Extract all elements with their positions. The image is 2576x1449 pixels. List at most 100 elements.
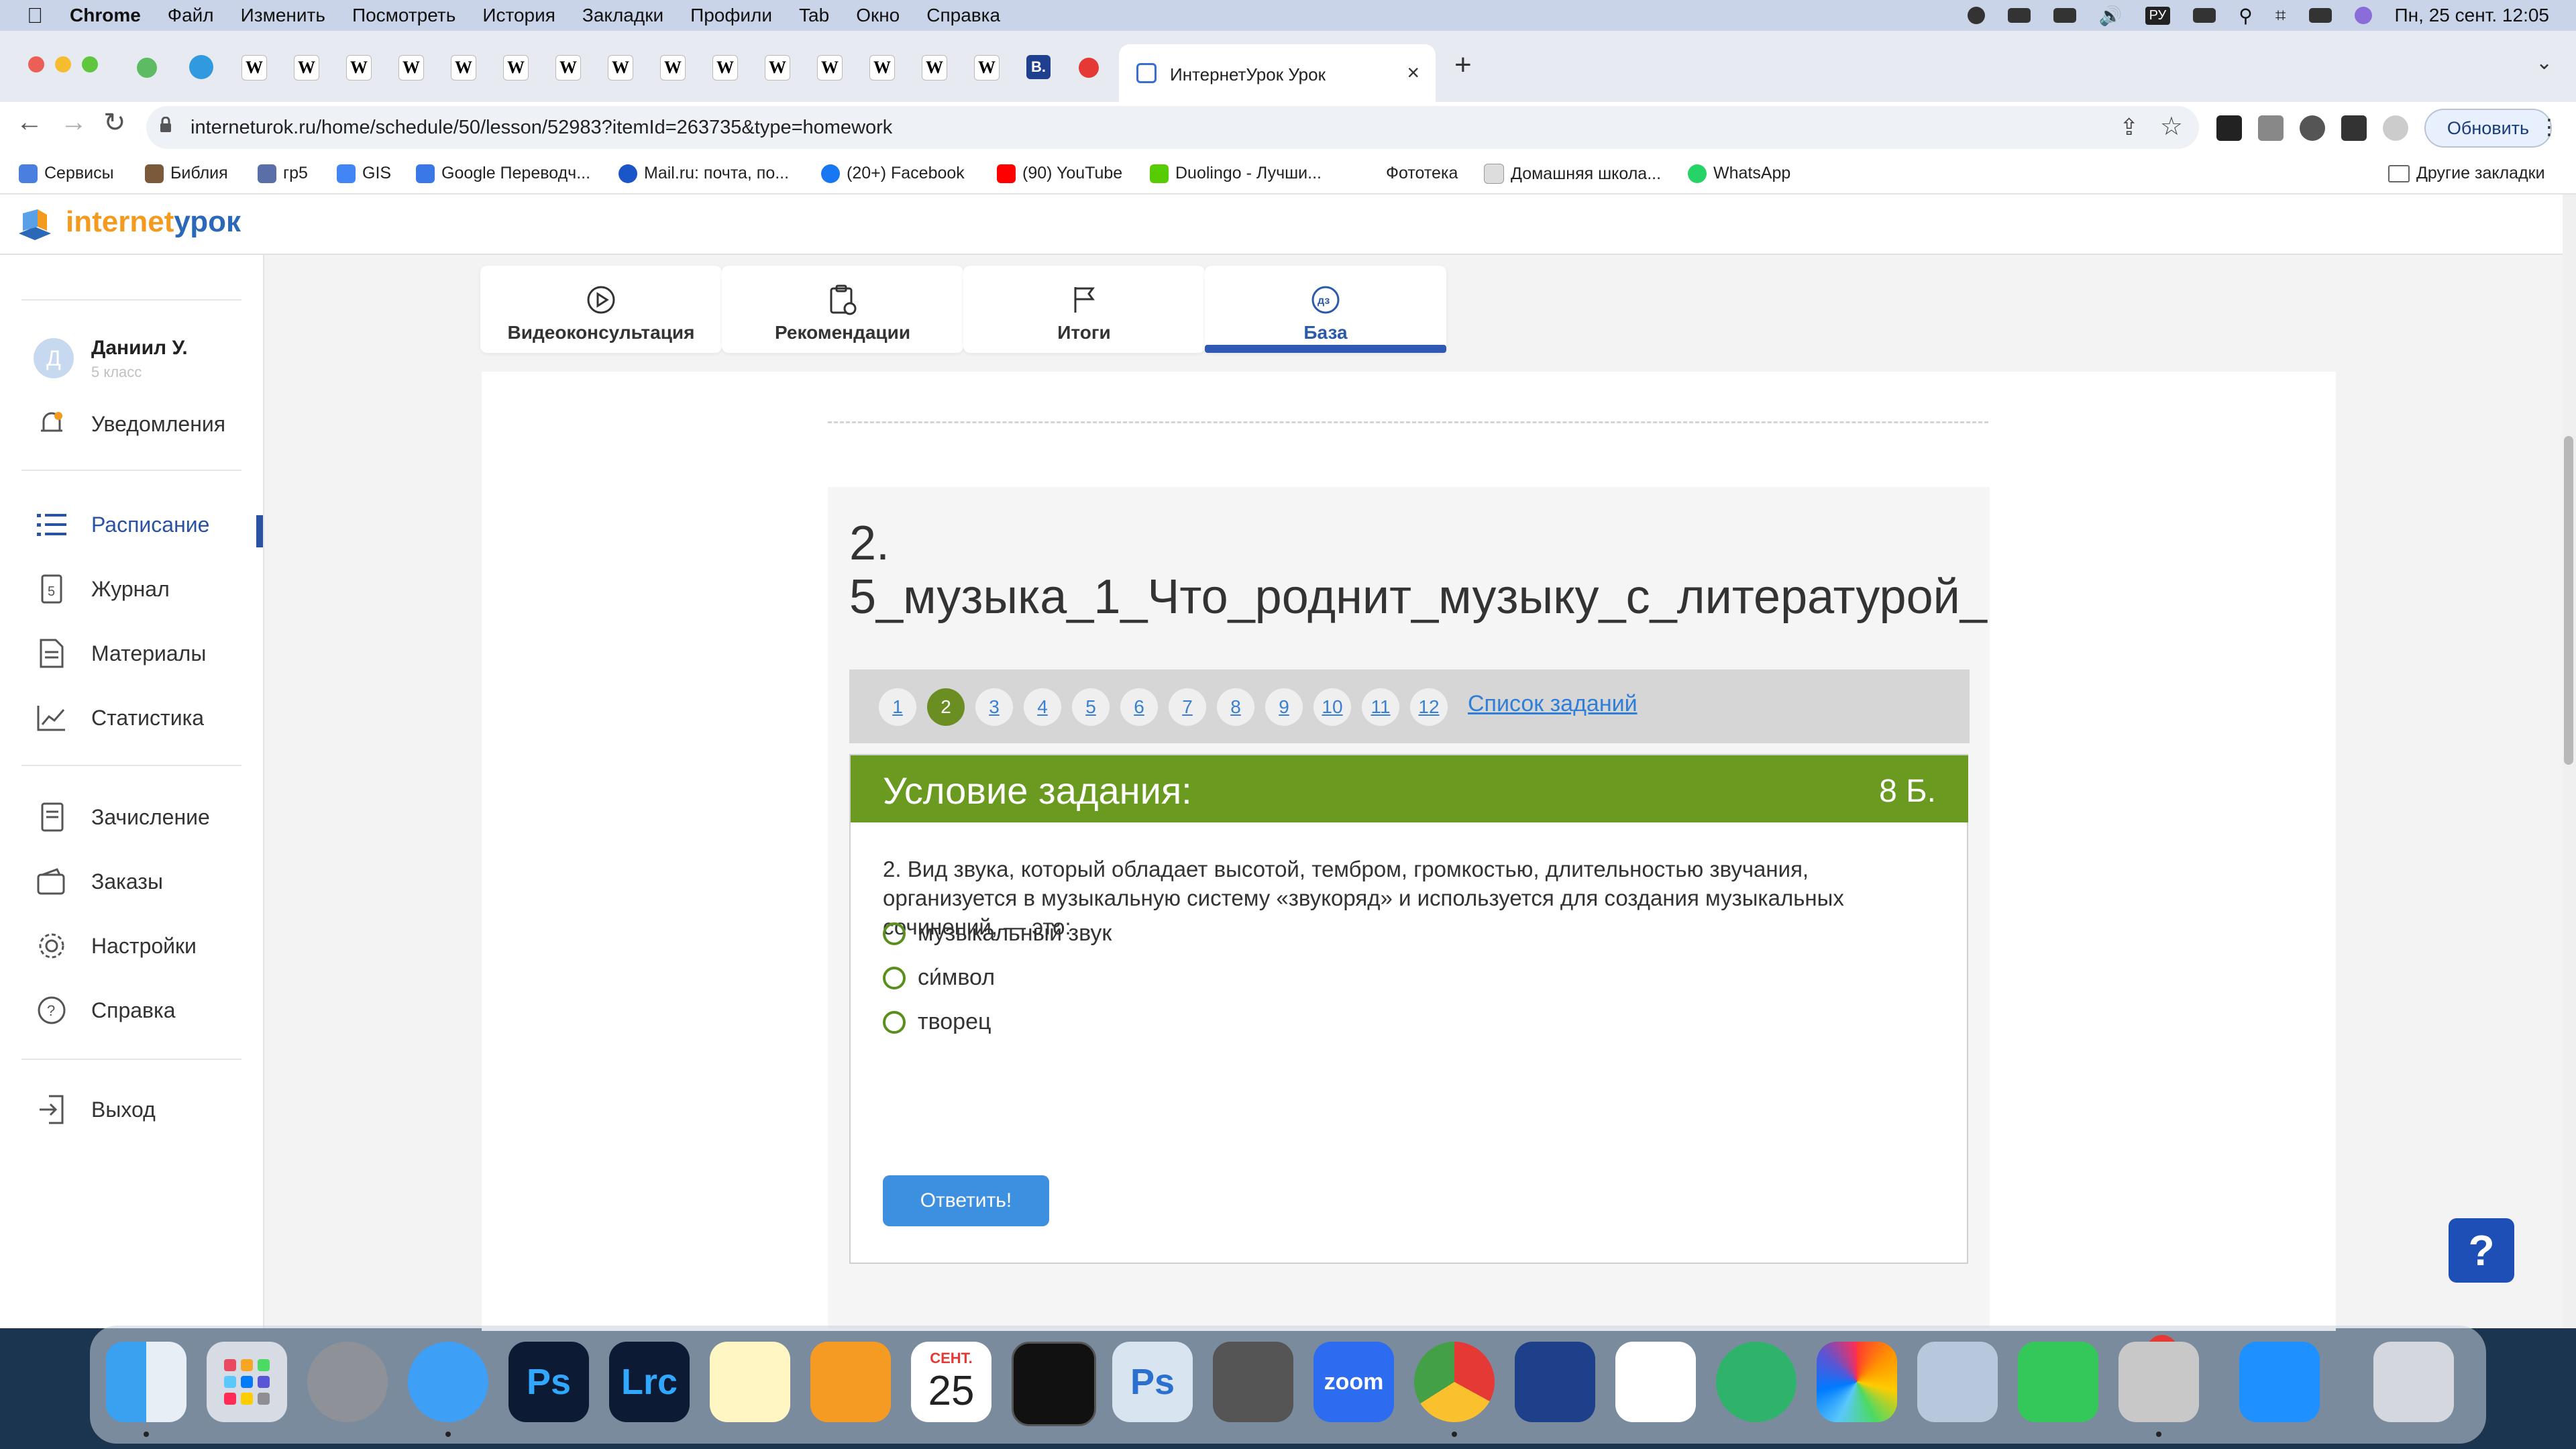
notes-icon[interactable]: [710, 1342, 790, 1422]
page-link-4[interactable]: 4: [1024, 688, 1061, 726]
page-link-3[interactable]: 3: [975, 688, 1013, 726]
tab-close-icon[interactable]: ×: [1407, 60, 1419, 85]
share-icon[interactable]: ⇪: [2120, 114, 2139, 141]
launchpad-icon[interactable]: [207, 1342, 287, 1422]
trash-icon[interactable]: [2373, 1342, 2454, 1422]
sidebar-item-logout[interactable]: Выход: [35, 1089, 156, 1130]
bookmark-facebook[interactable]: (20+) Facebook: [821, 164, 965, 183]
chrome-menu-icon[interactable]: ⋮: [2538, 114, 2560, 140]
photoshop-icon[interactable]: Ps: [508, 1342, 589, 1422]
pinned-tab-wiki-icon[interactable]: W: [712, 55, 738, 80]
new-tab-button[interactable]: +: [1454, 48, 1472, 82]
menu-window[interactable]: Окно: [856, 5, 900, 26]
tab-results[interactable]: Итоги: [963, 266, 1205, 353]
address-bar[interactable]: interneturok.ru/home/schedule/50/lesson/…: [146, 106, 2199, 149]
bookmark-youtube[interactable]: (90) YouTube: [997, 164, 1122, 183]
page-link-5[interactable]: 5: [1072, 688, 1110, 726]
profile-avatar-icon[interactable]: [2383, 115, 2408, 141]
back-arrow-icon[interactable]: ←: [16, 107, 43, 138]
sidebar-item-settings[interactable]: Настройки: [35, 926, 197, 966]
pinned-tab-wiki-icon[interactable]: W: [451, 55, 476, 80]
menu-help[interactable]: Справка: [926, 5, 1000, 26]
address-bar-url[interactable]: interneturok.ru/home/schedule/50/lesson/…: [191, 117, 892, 139]
pinned-tab-red-icon[interactable]: [1079, 58, 1099, 78]
interneturok-logo-icon[interactable]: [15, 204, 55, 244]
page-link-2-current[interactable]: 2: [927, 688, 965, 726]
signature-app-icon[interactable]: [1615, 1342, 1696, 1422]
window-minimize-button[interactable]: [55, 56, 71, 72]
pinned-tab-wiki-icon[interactable]: W: [869, 55, 895, 80]
system-settings-icon[interactable]: [307, 1342, 388, 1422]
tab-recommendations[interactable]: Рекомендации: [722, 266, 963, 353]
page-link-9[interactable]: 9: [1265, 688, 1303, 726]
extensions-puzzle-icon[interactable]: [2300, 115, 2325, 141]
finder-icon[interactable]: [106, 1342, 186, 1422]
lightroom-classic-icon[interactable]: Lrc: [609, 1342, 690, 1422]
pinned-tab-wiki-icon[interactable]: W: [817, 55, 843, 80]
pinned-tab-wiki-icon[interactable]: W: [922, 55, 947, 80]
pinned-tab-wiki-icon[interactable]: W: [398, 55, 424, 80]
pages-icon[interactable]: [810, 1342, 891, 1422]
pinned-tab-wiki-icon[interactable]: W: [765, 55, 790, 80]
page-link-1[interactable]: 1: [879, 688, 916, 726]
pinned-tab-wiki-icon[interactable]: W: [503, 55, 529, 80]
page-link-6[interactable]: 6: [1120, 688, 1158, 726]
page-link-7[interactable]: 7: [1169, 688, 1206, 726]
menu-bookmarks[interactable]: Закладки: [582, 5, 663, 26]
bookmark-home-school[interactable]: Домашняя школа...: [1484, 164, 1661, 184]
bookmark-whatsapp[interactable]: WhatsApp: [1688, 164, 1790, 183]
sidebar-item-enrollment[interactable]: Зачисление: [35, 797, 210, 837]
control-center-icon[interactable]: [2308, 8, 2332, 23]
bookmark-services[interactable]: Сервисы: [19, 164, 114, 183]
zoom-icon[interactable]: zoom: [1313, 1342, 1394, 1422]
pinned-tab-wiki-icon[interactable]: W: [608, 55, 633, 80]
active-tab[interactable]: ИнтернетУрок Урок ×: [1119, 44, 1436, 102]
spotlight-search-icon[interactable]: ⚲: [2239, 5, 2253, 27]
sidebar-item-orders[interactable]: Заказы: [35, 861, 163, 902]
reload-icon[interactable]: ↻: [103, 107, 126, 138]
menu-history[interactable]: История: [482, 5, 555, 26]
bookmark-google-translate[interactable]: Google Переводч...: [416, 164, 590, 183]
sidebar-item-materials[interactable]: Материалы: [35, 633, 206, 674]
page-link-12[interactable]: 12: [1410, 688, 1448, 726]
pinned-tab-telegram-icon[interactable]: [189, 55, 213, 79]
pinned-tab-wiki-icon[interactable]: W: [555, 55, 581, 80]
tab-base[interactable]: дз База: [1205, 266, 1446, 353]
pinned-tab-wiki-icon[interactable]: W: [660, 55, 686, 80]
calendar-icon[interactable]: СЕНТ. 25: [911, 1342, 991, 1422]
bookmark-other-folder[interactable]: Другие закладки: [2388, 164, 2545, 183]
preview-icon[interactable]: [1917, 1342, 1998, 1422]
input-language-indicator[interactable]: РУ: [2145, 6, 2171, 25]
sidebar-item-help[interactable]: ? Справка: [35, 990, 176, 1030]
radio-button[interactable]: [883, 922, 906, 945]
app-store-icon[interactable]: [2239, 1342, 2320, 1422]
bookmark-mail-ru[interactable]: Mail.ru: почта, по...: [619, 164, 789, 183]
extension-icon[interactable]: [2258, 115, 2284, 141]
site-logo[interactable]: internetурок: [66, 205, 241, 239]
menu-file[interactable]: Файл: [168, 5, 214, 26]
menu-app-name[interactable]: Chrome: [70, 5, 141, 26]
radio-button[interactable]: [883, 1010, 906, 1034]
answer-option-3[interactable]: творец: [883, 1009, 991, 1035]
lock-icon[interactable]: [160, 117, 172, 133]
menubar-clock[interactable]: Пн, 25 сент. 12:05: [2395, 5, 2549, 26]
sidebar-item-statistics[interactable]: Статистика: [35, 698, 204, 738]
page-link-11[interactable]: 11: [1362, 688, 1399, 726]
bookmark-gr5[interactable]: гр5: [258, 164, 308, 183]
display-icon[interactable]: [2053, 8, 2076, 23]
answer-option-1[interactable]: музыкальный звук: [883, 920, 1112, 947]
safari-icon[interactable]: [408, 1342, 488, 1422]
find-my-icon[interactable]: [1716, 1342, 1796, 1422]
task-list-link[interactable]: Список заданий: [1468, 691, 1638, 717]
bookmark-duolingo[interactable]: Duolingo - Лучши...: [1150, 164, 1322, 183]
menu-edit[interactable]: Изменить: [241, 5, 325, 26]
pinned-tab-wiki-icon[interactable]: W: [241, 55, 267, 80]
side-panel-icon[interactable]: [2341, 115, 2367, 141]
siri-icon[interactable]: [2354, 7, 2372, 24]
tab-video-consultation[interactable]: Видеоконсультация: [480, 266, 722, 353]
bookmark-bible[interactable]: Библия: [145, 164, 228, 183]
user-name[interactable]: Даниил У.: [91, 337, 188, 360]
tab-search-chevron-icon[interactable]: ⌄: [2536, 51, 2553, 74]
avatar[interactable]: Д: [34, 338, 74, 378]
bookmark-star-icon[interactable]: ☆: [2160, 111, 2183, 142]
